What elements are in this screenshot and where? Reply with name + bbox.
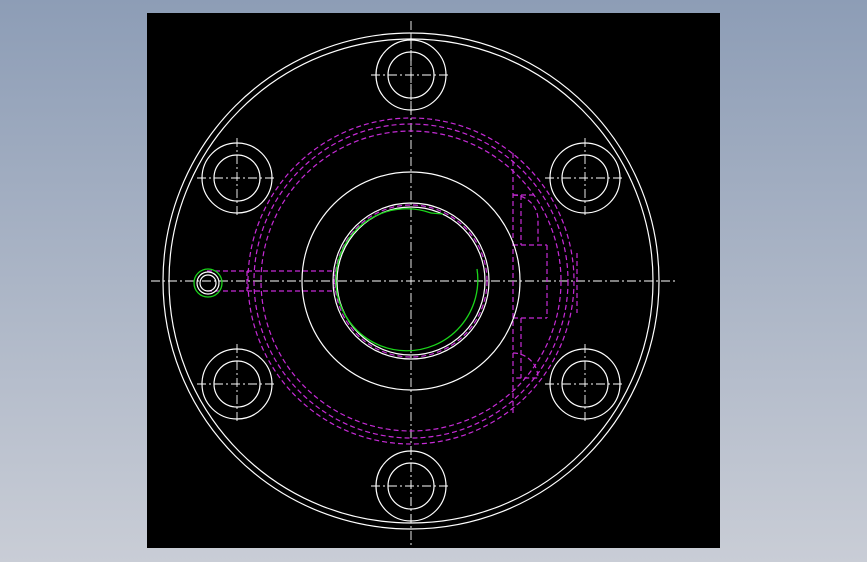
drawing-viewport[interactable] xyxy=(147,13,720,548)
viewport-background xyxy=(147,13,720,548)
flange-top-view-drawing[interactable] xyxy=(147,13,720,548)
cad-window xyxy=(0,0,867,562)
